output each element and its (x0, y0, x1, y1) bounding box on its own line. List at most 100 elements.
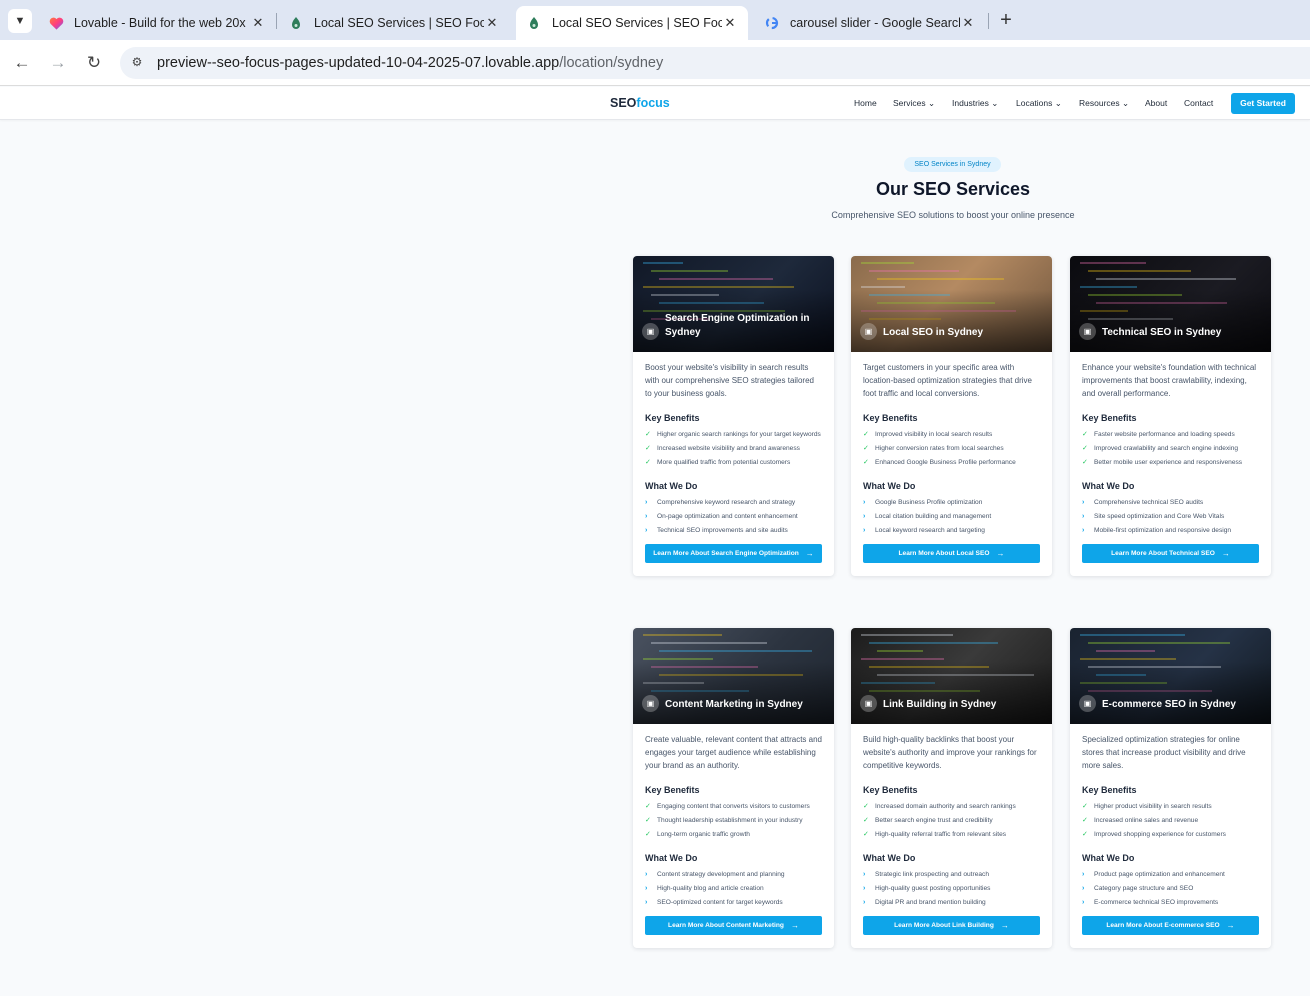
nav-resources-label: Resources (1079, 98, 1120, 108)
service-card-description: Specialized optimization strategies for … (1082, 735, 1246, 770)
bookmark-icon: ▣ (642, 323, 659, 340)
nav-home[interactable]: Home (854, 98, 877, 108)
service-card-title: Technical SEO in Sydney (1102, 327, 1222, 338)
close-tab-icon[interactable]: ✕ (722, 15, 738, 31)
service-card-title: Search Engine Optimization in Sydney (665, 313, 810, 338)
benefit-text: Higher conversion rates from local searc… (875, 445, 1004, 452)
tab-search-button[interactable]: ▼ (8, 9, 32, 33)
service-item: › High-quality blog and article creation (645, 884, 822, 894)
learn-more-label: Learn More About E-commerce SEO (1106, 922, 1220, 929)
close-tab-icon[interactable]: ✕ (484, 15, 500, 31)
arrow-right-icon: → (790, 921, 799, 930)
lovable-doc-icon (288, 15, 304, 31)
close-tab-icon[interactable]: ✕ (960, 15, 976, 31)
browser-tab[interactable]: Local SEO Services | SEO Focus ✕ (278, 6, 510, 40)
nav-industries[interactable]: Industries ⌄ (952, 98, 998, 109)
nav-industries-label: Industries (952, 98, 989, 108)
check-icon: ✓ (1082, 459, 1088, 466)
bullet-icon: › (645, 499, 648, 506)
learn-more-button[interactable]: Learn More About Local SEO → (863, 544, 1040, 563)
browser-tab-active[interactable]: Local SEO Services | SEO Focus ✕ (516, 6, 748, 40)
bullet-icon: › (645, 527, 648, 534)
check-icon: ✓ (645, 459, 651, 466)
bullet-icon: › (645, 513, 648, 520)
check-icon: ✓ (863, 803, 869, 810)
benefit-text: Higher organic search rankings for your … (657, 431, 821, 438)
benefit-text: Thought leadership establishment in your… (657, 817, 803, 824)
learn-more-button[interactable]: Learn More About Link Building → (863, 916, 1040, 935)
learn-more-button[interactable]: Learn More About Search Engine Optimizat… (645, 544, 822, 563)
service-card-link-building: ▣ Link Building in Sydney Build high-qua… (851, 628, 1052, 948)
bullet-icon: › (863, 527, 866, 534)
benefit-text: High-quality referral traffic from relev… (875, 831, 1007, 838)
check-icon: ✓ (863, 431, 869, 438)
benefit-item: ✓ Better mobile user experience and respo… (1082, 458, 1259, 468)
service-item-text: Digital PR and brand mention building (875, 899, 986, 906)
site-info-tune-icon[interactable]: ⚙ (129, 55, 145, 71)
bullet-icon: › (645, 885, 648, 892)
url-path: /location/sydney (559, 55, 664, 71)
service-card-title: Content Marketing in Sydney (665, 699, 803, 710)
nav-resources[interactable]: Resources ⌄ (1079, 98, 1129, 109)
service-item-text: Category page structure and SEO (1094, 885, 1194, 892)
section-title: Our SEO Services (875, 179, 1031, 199)
get-started-button[interactable]: Get Started (1231, 93, 1295, 114)
nav-about[interactable]: About (1145, 98, 1167, 108)
site-logo[interactable]: SEOfocus (610, 96, 670, 110)
benefit-text: Increased domain authority and search ra… (875, 803, 1016, 810)
lovable-doc-icon (526, 15, 542, 31)
what-we-do-heading: What We Do (1082, 853, 1135, 863)
nav-services[interactable]: Services ⌄ (893, 98, 935, 109)
url-text[interactable]: preview--seo-focus-pages-updated-10-04-2… (157, 55, 663, 71)
check-icon: ✓ (1082, 803, 1088, 810)
browser-toolbar: ← → ↻ ⚙ preview--seo-focus-pages-updated… (0, 40, 1310, 86)
bullet-icon: › (863, 871, 866, 878)
benefit-text: Enhanced Google Business Profile perform… (875, 459, 1016, 466)
nav-locations[interactable]: Locations ⌄ (1016, 98, 1062, 109)
service-card-description: Boost your website's visibility in searc… (645, 363, 814, 398)
learn-more-button[interactable]: Learn More About E-commerce SEO → (1082, 916, 1259, 935)
benefit-text: More qualified traffic from potential cu… (657, 459, 791, 466)
service-card-body: Boost your website's visibility in searc… (633, 352, 834, 576)
tab-separator (988, 13, 989, 29)
nav-contact[interactable]: Contact (1184, 98, 1213, 108)
back-arrow-icon[interactable]: ← (11, 52, 33, 74)
benefit-text: Improved crawlability and search engine … (1094, 445, 1239, 452)
bullet-icon: › (863, 899, 866, 906)
browser-tab[interactable]: carousel slider - Google Search ✕ (754, 6, 986, 40)
bullet-icon: › (863, 885, 866, 892)
service-card-image: ▣ Technical SEO in Sydney (1070, 256, 1271, 352)
learn-more-button[interactable]: Learn More About Technical SEO → (1082, 544, 1259, 563)
service-item: › On-page optimization and content enhanc… (645, 512, 822, 522)
section-subtitle: Comprehensive SEO solutions to boost you… (831, 210, 1075, 220)
new-tab-plus-icon[interactable]: + (995, 9, 1017, 31)
benefit-item: ✓ Thought leadership establishment in you… (645, 816, 822, 826)
reload-icon[interactable]: ↻ (83, 52, 105, 74)
service-item-text: Comprehensive keyword research and strat… (657, 499, 796, 506)
google-g-icon (764, 15, 780, 31)
close-tab-icon[interactable]: ✕ (250, 15, 266, 31)
service-card-content-marketing: ▣ Content Marketing in Sydney Create val… (633, 628, 834, 948)
service-card-technical-seo: ▣ Technical SEO in Sydney Enhance your w… (1070, 256, 1271, 576)
url-host: preview--seo-focus-pages-updated-10-04-2… (157, 55, 560, 71)
service-card-ecommerce-seo: ▣ E-commerce SEO in Sydney Specialized o… (1070, 628, 1271, 948)
browser-tab[interactable]: Lovable - Build for the web 20x ✕ (38, 6, 276, 40)
address-bar[interactable]: ⚙ preview--seo-focus-pages-updated-10-04… (120, 47, 1310, 79)
check-icon: ✓ (645, 803, 651, 810)
service-card-body: Build high-quality backlinks that boost … (851, 724, 1052, 948)
check-icon: ✓ (645, 431, 651, 438)
service-item-text: On-page optimization and content enhance… (657, 513, 798, 520)
service-item-text: Mobile-first optimization and responsive… (1094, 527, 1232, 534)
service-item-text: Technical SEO improvements and site audi… (657, 527, 788, 534)
service-card-title: Local SEO in Sydney (883, 327, 984, 338)
learn-more-button[interactable]: Learn More About Content Marketing → (645, 916, 822, 935)
service-card-image: ▣ Local SEO in Sydney (851, 256, 1052, 352)
benefit-item: ✓ Better search engine trust and credibil… (863, 816, 1040, 826)
check-icon: ✓ (1082, 817, 1088, 824)
check-icon: ✓ (645, 817, 651, 824)
service-card-image: ▣ Link Building in Sydney (851, 628, 1052, 724)
forward-arrow-icon[interactable]: → (47, 52, 69, 74)
tab-title: Local SEO Services | SEO Focus (314, 16, 484, 30)
benefit-item: ✓ Higher conversion rates from local sear… (863, 444, 1040, 454)
learn-more-label: Learn More About Search Engine Optimizat… (653, 550, 799, 557)
